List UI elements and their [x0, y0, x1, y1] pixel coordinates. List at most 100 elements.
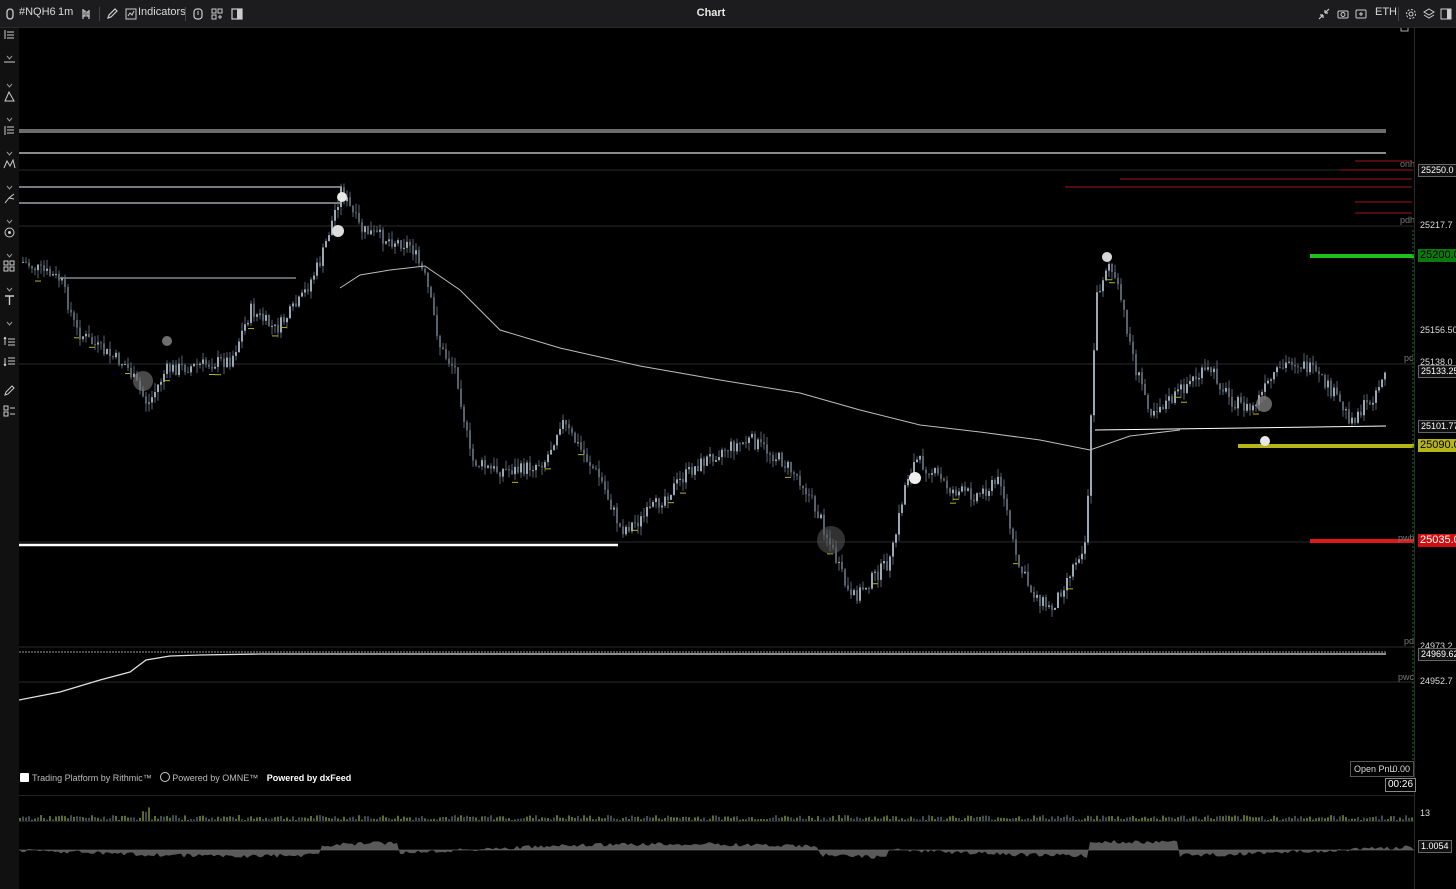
candle [1090, 415, 1092, 496]
layers-icon[interactable] [1423, 7, 1435, 19]
signal-marker[interactable] [817, 526, 845, 554]
open-pnl-label: Open PnL [1354, 764, 1395, 774]
chevron-down-icon[interactable] [6, 246, 13, 258]
candle [592, 466, 594, 469]
signal-marker[interactable] [1102, 252, 1112, 262]
candle [574, 432, 576, 443]
candle [985, 488, 987, 496]
candle [64, 278, 66, 288]
price-axis[interactable] [1414, 28, 1456, 889]
cursor-tool-icon[interactable] [3, 28, 16, 41]
candle [1198, 378, 1200, 380]
chevron-down-icon[interactable] [6, 110, 13, 122]
candle [1378, 387, 1380, 391]
collapse-icon[interactable] [1318, 7, 1330, 20]
ellipse-tool-icon[interactable] [3, 226, 16, 239]
pitchfork-tool-icon[interactable] [3, 192, 16, 205]
signal-marker[interactable] [1256, 396, 1272, 412]
signal-marker[interactable] [909, 472, 921, 484]
brush-tool-icon[interactable] [3, 384, 16, 397]
price-chart[interactable] [19, 28, 1414, 788]
candle [667, 496, 669, 500]
candle [1108, 263, 1110, 271]
rithmic-credit: Trading Platform by Rithmic™ [32, 773, 152, 783]
candle [847, 585, 849, 590]
candle [1288, 361, 1290, 363]
gear-icon[interactable] [1405, 7, 1417, 19]
chevron-down-icon[interactable] [6, 48, 13, 60]
text-tool-icon[interactable] [3, 294, 16, 307]
candle [358, 213, 360, 223]
indicators-button[interactable]: Indicators [138, 6, 186, 18]
candle [265, 315, 267, 321]
stop-price-label[interactable]: 25035.0 [1418, 534, 1456, 547]
measure-tool-icon[interactable] [3, 260, 16, 273]
chart-style-icon[interactable] [80, 7, 92, 19]
target-price-label[interactable]: 25200.0 [1418, 249, 1456, 262]
symbol-selector[interactable]: #NQH6 [19, 6, 56, 18]
volume-panel[interactable] [19, 795, 1414, 822]
candle [481, 460, 483, 467]
shape-tool-icon[interactable] [3, 90, 16, 103]
candle [271, 325, 273, 327]
chevron-down-icon[interactable] [6, 178, 13, 190]
candle [1030, 585, 1032, 592]
candle [736, 443, 738, 452]
session-selector[interactable]: ETH [1375, 6, 1397, 18]
oscillator-panel[interactable] [19, 821, 1414, 884]
candle [595, 468, 597, 470]
candle [1021, 566, 1023, 574]
signal-marker[interactable] [332, 225, 344, 237]
candle [238, 341, 240, 353]
object-tree-icon[interactable] [3, 405, 16, 418]
chevron-down-icon[interactable] [6, 314, 13, 326]
signal-marker[interactable] [1260, 436, 1270, 446]
candle [1237, 397, 1239, 409]
short-position-tool-icon[interactable] [3, 356, 16, 369]
delta-marker [1109, 282, 1115, 284]
delta-marker [668, 502, 674, 504]
layout-icon[interactable] [211, 7, 223, 20]
toolbar-divider [99, 7, 100, 21]
link-icon[interactable] [5, 7, 17, 20]
chevron-down-icon[interactable] [6, 76, 13, 88]
candle [517, 466, 519, 473]
candle [115, 352, 117, 358]
candle [997, 476, 999, 485]
open-pnl-box: Open PnL 0.00 [1350, 761, 1414, 777]
candle [1252, 405, 1254, 411]
candle [1369, 402, 1371, 405]
candle [1045, 597, 1047, 607]
signal-marker[interactable] [337, 192, 347, 202]
horizontal-line-tool-icon[interactable] [3, 56, 16, 69]
candle [322, 247, 324, 266]
delta-marker [578, 454, 584, 456]
candle [1300, 367, 1302, 369]
chevron-down-icon[interactable] [6, 280, 13, 292]
interval-selector[interactable]: 1m [58, 6, 73, 18]
chevron-down-icon[interactable] [6, 144, 13, 156]
candle [1363, 400, 1365, 416]
entry-price-label[interactable]: 25090.0 [1418, 439, 1456, 452]
signal-marker[interactable] [162, 336, 172, 346]
alert-icon[interactable] [1355, 7, 1367, 19]
candle [493, 466, 495, 469]
candle [634, 522, 636, 524]
candle [316, 262, 318, 276]
signal-marker[interactable] [133, 371, 153, 391]
candle [1144, 384, 1146, 396]
pattern-tool-icon[interactable] [3, 158, 16, 171]
candle [1072, 564, 1074, 577]
chevron-down-icon[interactable] [6, 212, 13, 224]
camera-icon[interactable] [1337, 7, 1349, 19]
long-position-tool-icon[interactable] [3, 334, 16, 347]
fib-tool-icon[interactable] [3, 124, 16, 137]
candle [1063, 590, 1065, 597]
candle [1111, 263, 1113, 273]
price-label: 25156.50 [1420, 325, 1456, 335]
window-toggle-icon[interactable] [1440, 7, 1452, 20]
pencil-icon[interactable] [106, 7, 118, 19]
clock-icon[interactable] [192, 7, 204, 20]
candle [796, 474, 798, 476]
panel-toggle-icon[interactable] [231, 7, 243, 20]
